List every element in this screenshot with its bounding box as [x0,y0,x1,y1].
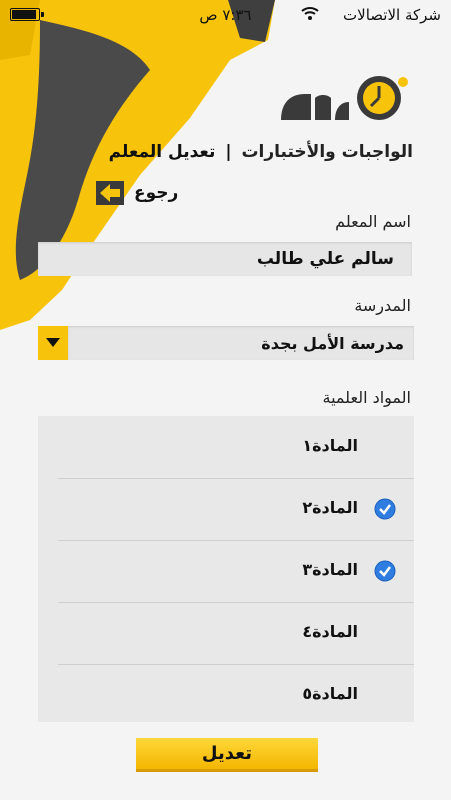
subjects-label: المواد العلمية [322,388,411,407]
back-arrow-icon [96,181,124,205]
app-logo [281,76,408,120]
subject-name: المادة٢ [302,498,358,517]
subject-row[interactable]: المادة٥ [58,664,414,726]
brand-header: الواجبات والأختبارات | تعديل المعلم [109,142,413,162]
wifi-icon [301,7,319,20]
subject-name: المادة١ [302,436,358,455]
school-selected-value: مدرسة الأمل بجدة [68,326,414,360]
subject-row[interactable]: المادة٤ [58,602,414,665]
dropdown-arrow[interactable] [38,326,68,360]
subjects-list: المادة١ المادة٢ المادة٣ المادة٤ المادة٥ [38,416,414,722]
school-select[interactable]: مدرسة الأمل بجدة [38,326,414,360]
back-label: رجوع [134,183,179,203]
teacher-name-label: اسم المعلم [335,212,411,231]
subject-name: المادة٣ [302,560,358,579]
status-bar: ٧:٣٦ ص شركة الاتصالات [0,0,451,30]
back-button[interactable]: رجوع [96,180,178,206]
subject-row[interactable]: المادة٣ [58,540,414,603]
subject-row[interactable]: المادة١ [58,416,414,479]
checkmark-icon [374,498,396,520]
brand-subtitle: الواجبات والأختبارات [241,142,413,162]
carrier-name: شركة الاتصالات [343,6,441,24]
subject-row[interactable]: المادة٢ [58,478,414,541]
screen-title: تعديل المعلم [108,142,216,162]
school-label: المدرسة [354,296,411,315]
teacher-name-field[interactable]: سالم علي طالب [38,242,412,276]
submit-edit-button[interactable]: تعديل [136,738,318,772]
subject-name: المادة٤ [302,622,358,641]
subject-name: المادة٥ [302,684,358,703]
checkmark-icon [374,560,396,582]
chevron-down-icon [46,338,60,347]
title-divider: | [225,142,232,162]
